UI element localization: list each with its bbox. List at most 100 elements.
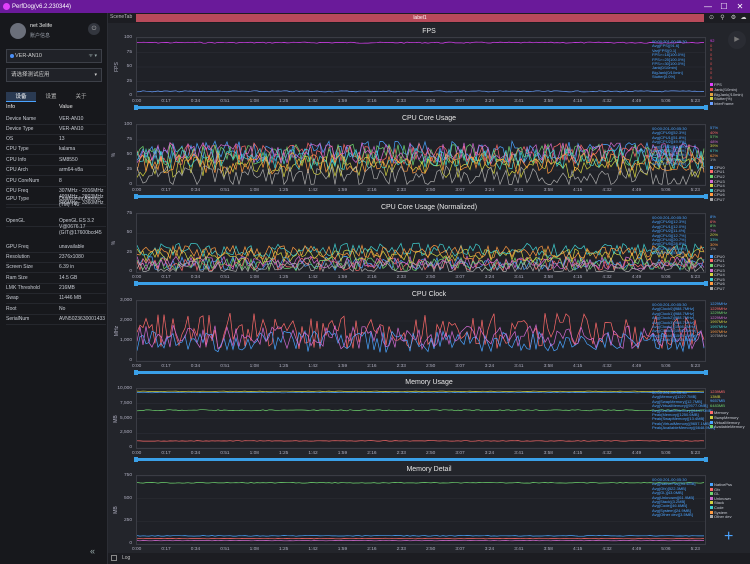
x-tick-label: 3:07 — [455, 275, 465, 280]
scene-tab[interactable]: SceneTab — [110, 14, 132, 20]
legend-swatch — [710, 510, 713, 514]
avatar[interactable] — [10, 23, 26, 39]
label-bar[interactable]: label1 — [136, 14, 704, 22]
maximize-button[interactable]: ☐ — [716, 0, 732, 13]
device-select[interactable]: VER-AN10 ᯤ ▾ — [6, 49, 102, 63]
tab-device[interactable]: 设备 — [6, 92, 36, 102]
chart-plot[interactable]: 00:00:201-00:05:30 Avg(NativePss)[95.4MB]… — [136, 475, 706, 545]
legend-swatch — [710, 483, 713, 486]
chart-plot[interactable]: 00:00:201-00:05:30 Avg(FPS)[91.6] Var(FPS)… — [136, 37, 706, 97]
x-tick-label: 0:34 — [190, 547, 201, 552]
pin-icon[interactable]: ⚲ — [718, 14, 727, 22]
minimize-button[interactable]: — — [700, 0, 716, 13]
chart-plot[interactable]: 00:00:201-00:05:30 Avg(Clock0)[988.7MHz] A… — [136, 300, 706, 362]
x-tick-label: 3:58 — [543, 275, 553, 280]
legend-swatch — [710, 515, 713, 519]
chart-plot[interactable]: 00:00:201-00:05:30 Avg(CPU0)[52.3%] Avg(CP… — [136, 124, 706, 186]
x-tick-label: 3:58 — [543, 188, 553, 193]
chart-plot[interactable]: 00:00:201-00:05:30 Avg(CPU0)[12.3%] Avg(CP… — [136, 213, 706, 273]
app-select[interactable]: 请选择测试应用 ▾ — [6, 68, 102, 82]
legend-item[interactable]: AvailableMemory — [710, 424, 750, 430]
info-key: GPU Freq — [6, 244, 29, 250]
info-value: VER-AN10 — [59, 126, 84, 132]
device-status-icon — [10, 54, 14, 58]
y-tick-label: 0 — [129, 541, 132, 546]
x-tick-label: 2:50 — [426, 547, 436, 552]
series-line — [137, 409, 705, 412]
legend-swatch — [710, 496, 713, 500]
legend-swatch — [710, 420, 713, 424]
location-icon[interactable]: ⊙ — [707, 14, 716, 22]
legend-swatch — [710, 505, 713, 509]
stats-line: Peak(AvailableMemory)[6648.9MB] — [652, 425, 715, 431]
info-row: CPU Info SM8550 — [6, 157, 106, 166]
series-line — [137, 537, 705, 540]
x-tick-label: 1:25 — [279, 364, 289, 369]
settings-icon[interactable]: ⚙ — [729, 14, 738, 22]
timeline-scrollbar[interactable] — [134, 457, 708, 462]
x-tick-label: 0:00 — [132, 188, 142, 193]
x-tick-label: 5:23 — [690, 547, 700, 552]
x-tick-label: 3:41 — [514, 188, 524, 193]
x-tick-label: 5:23 — [690, 364, 700, 369]
logout-icon[interactable]: ⏻ — [88, 23, 100, 35]
x-tick-label: 2:33 — [396, 188, 406, 193]
x-tick-label: 3:41 — [514, 451, 524, 456]
legend-swatch — [710, 97, 713, 101]
chart-svg — [137, 214, 705, 272]
y-axis-unit: FPS — [113, 62, 120, 72]
legend-item[interactable]: CPU7 — [710, 197, 750, 203]
x-tick-label: 0:51 — [220, 99, 230, 104]
log-bar: Log — [108, 553, 750, 564]
x-tick-label: 1:08 — [249, 99, 259, 104]
chart-title: CPU Core Usage (Normalized) — [380, 204, 478, 211]
legend-swatch — [710, 492, 713, 496]
timeline-scrollbar[interactable] — [134, 194, 708, 199]
info-row: Screen Size 6.39 in — [6, 264, 106, 273]
x-tick-label: 0:51 — [220, 547, 230, 552]
series-line — [137, 390, 704, 393]
timeline-scrollbar[interactable] — [134, 281, 708, 286]
device-name: VER-AN10 — [15, 53, 42, 59]
current-value: 1075MHz — [710, 333, 728, 339]
toolbar: SceneTab label1 ⊙ ⚲ ⚙ ☁ — [108, 13, 750, 23]
chart-legend: NativePss Gfx GL Unknown Stack Code System Othe… — [710, 482, 750, 520]
legend-item[interactable]: InterFrame — [710, 101, 750, 107]
y-axis-unit: MHz — [114, 325, 121, 337]
x-tick-label: 0:17 — [161, 547, 171, 552]
timeline-scrollbar[interactable] — [134, 105, 708, 110]
x-tick-label: 1:42 — [308, 275, 318, 280]
x-tick-label: 5:06 — [661, 547, 671, 552]
info-value: kalama — [59, 146, 76, 152]
tab-settings[interactable]: 设置 — [36, 92, 66, 102]
x-tick-label: 3:24 — [484, 99, 495, 104]
close-button[interactable]: ✕ — [732, 0, 748, 13]
x-tick-label: 0:17 — [161, 451, 171, 456]
add-chart-button[interactable]: + — [724, 528, 733, 546]
x-tick-label: 4:15 — [573, 451, 583, 456]
legend-swatch — [710, 174, 713, 178]
timeline-scrollbar[interactable] — [134, 370, 708, 375]
x-tick-label: 3:41 — [514, 275, 524, 280]
current-value: 6483MB — [710, 402, 725, 408]
tab-about[interactable]: 关于 — [66, 92, 96, 102]
legend-item[interactable]: Other dev — [710, 514, 750, 520]
account-info-link[interactable]: 账户信息 — [30, 32, 50, 39]
x-tick-label: 5:06 — [661, 188, 671, 193]
x-tick-label: 1:25 — [279, 99, 289, 104]
chart-title: Memory Usage — [405, 379, 453, 386]
info-row: CPU Arch arm64-v8a — [6, 167, 106, 176]
y-tick-label: 25 — [126, 167, 132, 172]
x-tick-label: 4:32 — [602, 547, 612, 552]
x-tick-label: 3:07 — [455, 547, 465, 552]
collapse-sidebar-icon[interactable]: « — [90, 546, 95, 556]
chart-plot[interactable]: 00:00:201-00:05:30 Avg(Memory)[1227.7MB] A… — [136, 388, 715, 449]
x-tick-label: 1:59 — [337, 99, 348, 104]
y-tick-label: 2,500 — [119, 430, 132, 436]
x-tick-label: 1:08 — [249, 188, 259, 193]
series-line — [137, 90, 705, 93]
chart-svg — [137, 389, 705, 448]
cloud-icon[interactable]: ☁ — [739, 14, 748, 22]
info-key: Root — [6, 306, 17, 312]
log-checkbox[interactable] — [111, 555, 117, 561]
